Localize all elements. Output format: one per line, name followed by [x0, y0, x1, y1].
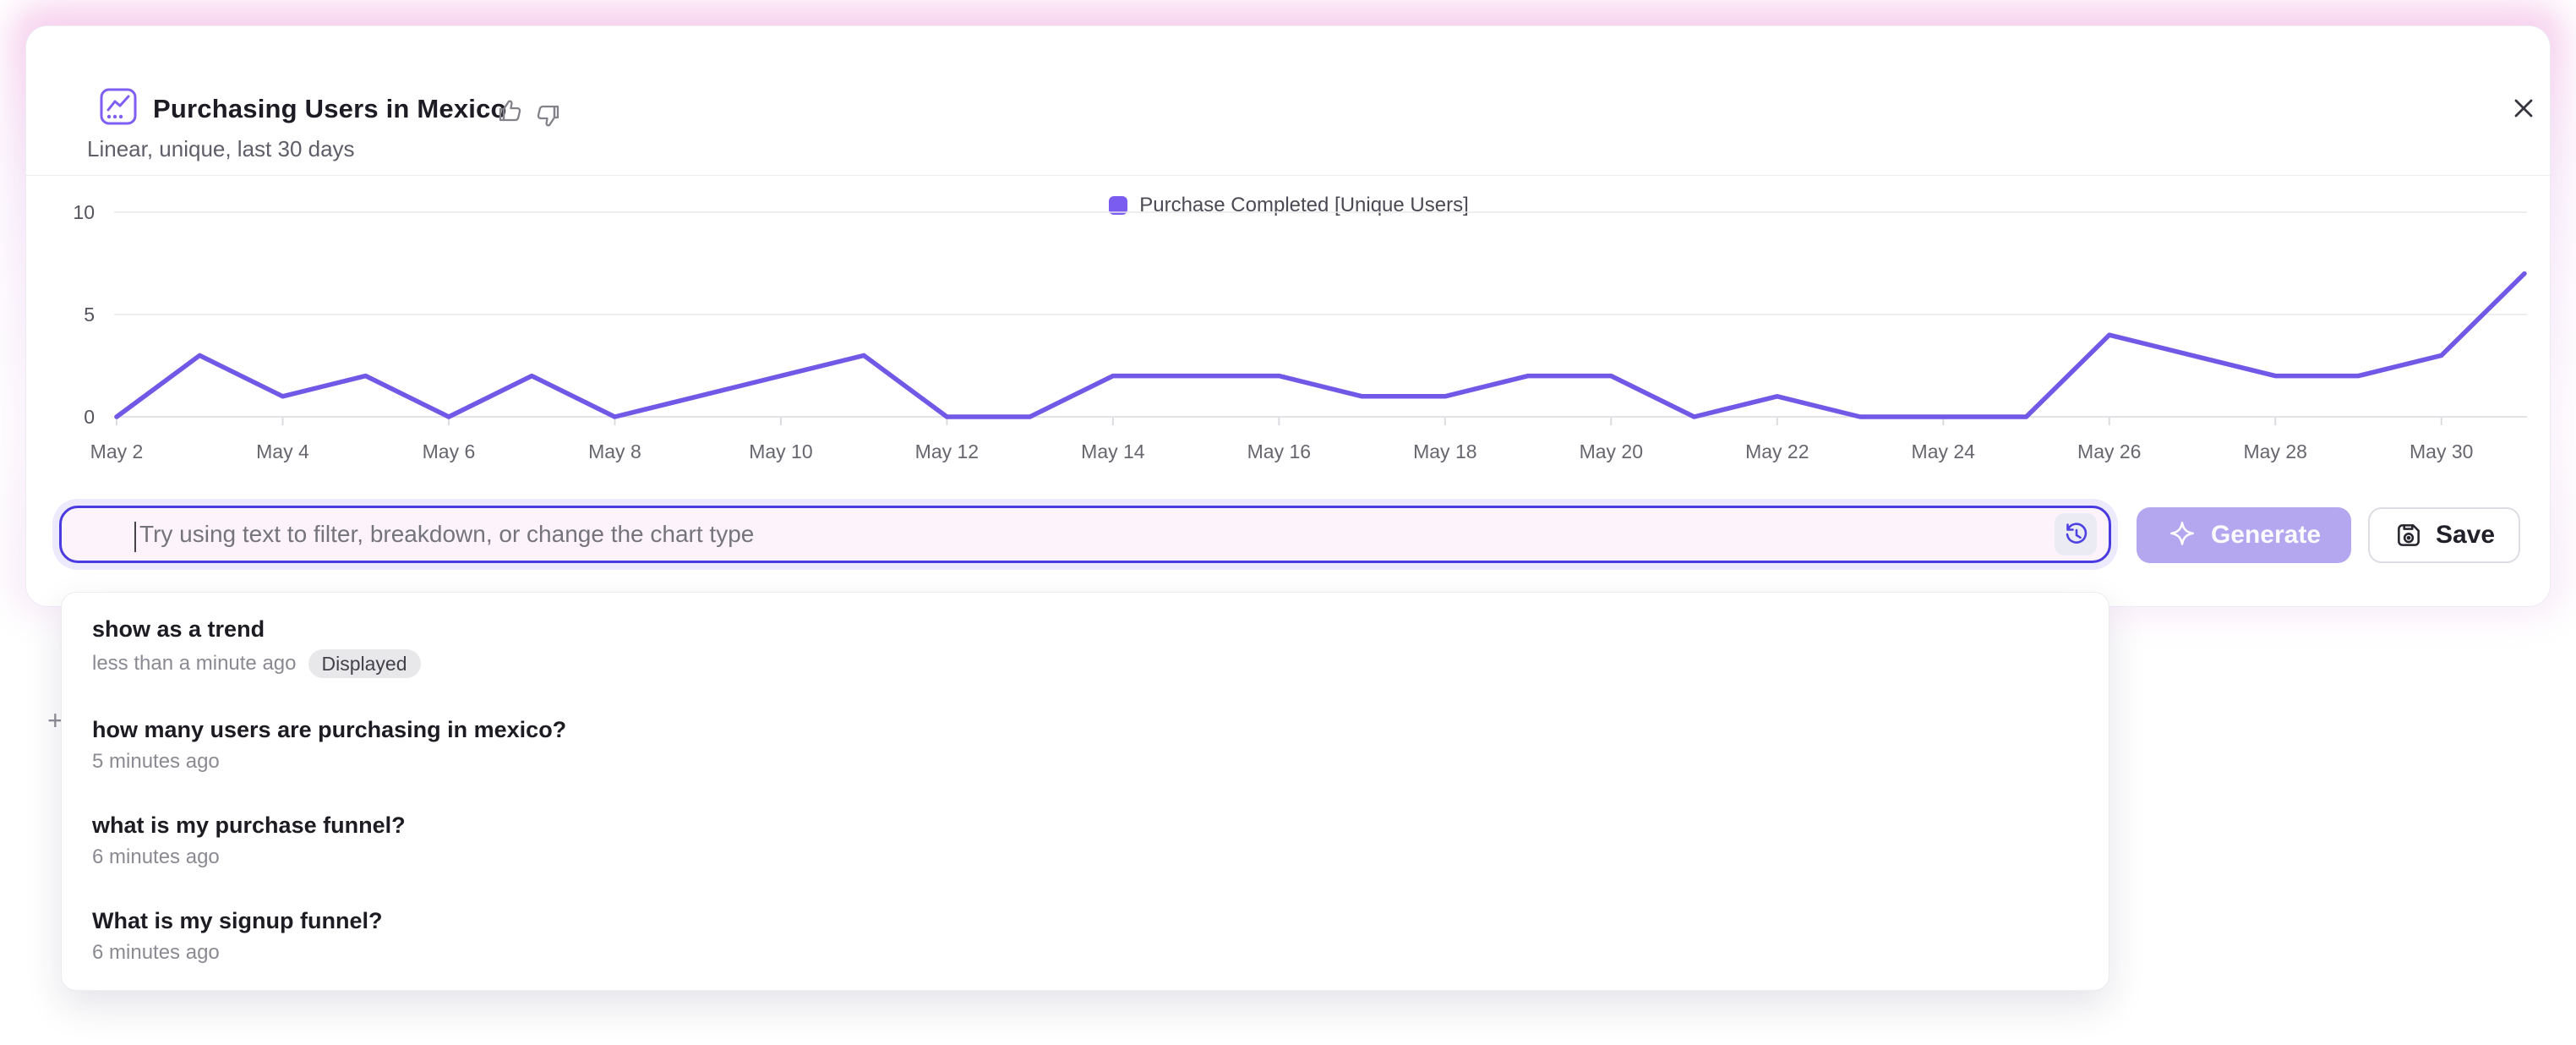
legend-swatch [1109, 196, 1127, 215]
sparkle-icon [2167, 520, 2197, 550]
x-axis-tick-label: May 22 [1718, 440, 1836, 463]
history-query: what is my purchase funnel? [92, 811, 2078, 840]
save-button[interactable]: Save [2368, 507, 2520, 563]
chart-subtitle: Linear, unique, last 30 days [87, 136, 355, 162]
x-axis-tick-label: May 12 [887, 440, 1006, 463]
history-icon [2060, 519, 2091, 550]
history-query: how many users are purchasing in mexico? [92, 715, 2078, 744]
x-axis-tick-label: May 10 [722, 440, 840, 463]
chart-legend: Purchase Completed [Unique Users] [26, 192, 2551, 219]
history-dropdown: show as a trend less than a minute ago D… [61, 592, 2109, 991]
line-chart-icon [99, 87, 138, 126]
page-title: Purchasing Users in Mexico [153, 94, 507, 124]
save-label: Save [2436, 521, 2495, 550]
x-axis-tick-label: May 6 [390, 440, 508, 463]
close-button[interactable] [2509, 87, 2551, 129]
history-item[interactable]: what is my purchase funnel? 6 minutes ag… [92, 811, 2078, 869]
x-axis-tick-label: May 2 [57, 440, 176, 463]
x-axis-tick-label: May 4 [223, 440, 341, 463]
y-axis-tick-label: 0 [27, 406, 95, 429]
thumbs-up-button[interactable] [496, 97, 523, 124]
prompt-placeholder: Try using text to filter, breakdown, or … [139, 521, 754, 548]
history-query: What is my signup funnel? [92, 906, 2078, 935]
y-axis-tick-label: 10 [27, 201, 95, 224]
x-axis-tick-label: May 24 [1884, 440, 2002, 463]
prompt-input[interactable]: Try using text to filter, breakdown, or … [59, 506, 2111, 563]
thumbs-down-button[interactable] [535, 102, 562, 129]
generate-label: Generate [2211, 521, 2321, 550]
history-query: show as a trend [92, 615, 2078, 643]
x-axis-tick-label: May 28 [2216, 440, 2334, 463]
legend-label: Purchase Completed [Unique Users] [1139, 194, 1469, 217]
x-axis-tick-label: May 30 [2382, 440, 2501, 463]
x-axis-tick-label: May 20 [1552, 440, 1670, 463]
x-axis-tick-label: May 26 [2050, 440, 2169, 463]
text-caret [134, 522, 136, 552]
history-timestamp: 6 minutes ago [92, 941, 220, 965]
history-button[interactable] [2055, 513, 2097, 555]
x-axis-tick-label: May 16 [1220, 440, 1338, 463]
close-icon [2509, 94, 2538, 123]
history-timestamp: less than a minute ago [92, 652, 297, 676]
history-timestamp: 5 minutes ago [92, 750, 220, 774]
x-axis-tick-label: May 14 [1054, 440, 1172, 463]
generate-button[interactable]: Generate [2137, 507, 2351, 563]
save-disk-icon [2393, 520, 2424, 550]
x-axis-tick-label: May 8 [555, 440, 674, 463]
history-item[interactable]: What is my signup funnel? 6 minutes ago [92, 906, 2078, 965]
history-item[interactable]: how many users are purchasing in mexico?… [92, 715, 2078, 774]
x-axis-tick-label: May 18 [1386, 440, 1504, 463]
status-badge: Displayed [308, 649, 421, 678]
header-divider [26, 175, 2551, 176]
y-axis-tick-label: 5 [27, 304, 95, 326]
history-timestamp: 6 minutes ago [92, 845, 220, 869]
history-item[interactable]: show as a trend less than a minute ago D… [92, 615, 2078, 678]
